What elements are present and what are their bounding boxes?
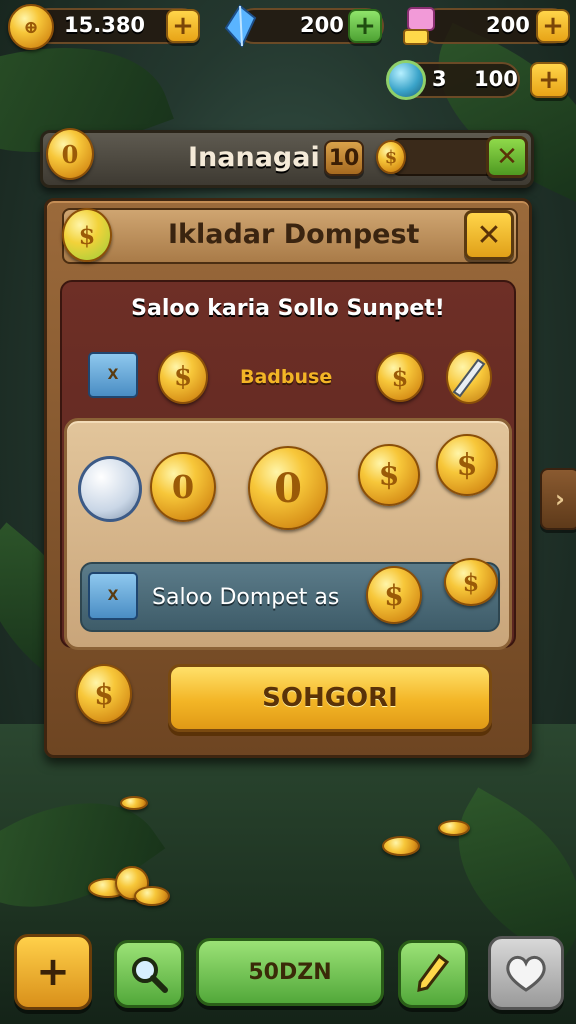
coin-icon: 0 [46,128,94,180]
next-arrow-button[interactable]: › [540,468,576,530]
add-nav-button[interactable]: + [14,934,92,1010]
favorite-nav-button[interactable] [488,936,564,1010]
coin-icon: $ [436,434,498,496]
coin-icon: ⊕ [8,4,54,50]
plus-icon: + [538,65,560,95]
header-close-button[interactable]: ✕ [486,136,528,178]
edit-nav-button[interactable] [398,940,468,1008]
close-icon: ✕ [476,217,502,253]
coin-icon: $ [62,208,112,262]
dialog-close-button[interactable]: ✕ [464,210,514,260]
plus-icon: + [172,11,194,41]
gems-value: 200 [300,13,344,37]
coin-icon: 0 [150,452,216,522]
ground-coin-icon [134,886,170,906]
orb-icon [386,60,426,100]
pencil-icon [417,953,450,992]
coin-icon: $ [358,444,420,506]
coin-icon: $ [366,566,422,624]
confirm-button[interactable]: SOHGORI [168,664,492,732]
magnifier-icon [132,957,168,993]
coin-stack-icon: $ [76,664,132,724]
dialog-title: Ikladar Dompest [168,219,420,250]
gem-icon [222,4,258,48]
dialog-subtitle: Saloo karia Sollo Sunpet! [131,296,445,321]
chest-icon: X [88,572,138,620]
orbs-count: 3 [432,67,447,91]
coin-icon: $ [158,350,208,404]
pencil-icon [446,350,492,404]
coin-icon: $ [444,558,498,606]
plus-icon: + [354,11,376,41]
coin-icon: $ [376,352,424,402]
heart-icon [506,955,546,992]
header-count-badge: 10 [324,140,364,176]
header-progress-track [392,138,496,176]
coins-value: 15.380 [64,13,146,37]
big-coin-icon: 0 [248,446,328,530]
info-label: Saloo Dompet as [152,585,340,610]
add-gems-button[interactable]: + [348,9,382,43]
block-icon [402,4,442,48]
close-icon: ✕ [496,142,518,172]
badge-label: Badbuse [240,366,333,388]
orbs-value: 100 [474,67,518,91]
ground-coin-icon [120,796,148,810]
chest-icon: X [88,352,138,398]
ground-coin-icon [438,820,470,836]
ground-coin-icon [382,836,420,856]
blocks-value: 200 [486,13,530,37]
plus-icon: + [36,949,70,995]
silver-coin-icon [78,456,142,522]
add-orbs-button[interactable]: + [530,62,568,98]
header-title: Inanagai [188,142,320,173]
search-nav-button[interactable] [114,940,184,1008]
center-nav-button[interactable]: 50DZN [196,938,384,1006]
add-coins-button[interactable]: + [166,9,200,43]
plus-icon: + [542,11,564,41]
coin-icon: $ [376,140,406,174]
add-blocks-button[interactable]: + [536,9,570,43]
